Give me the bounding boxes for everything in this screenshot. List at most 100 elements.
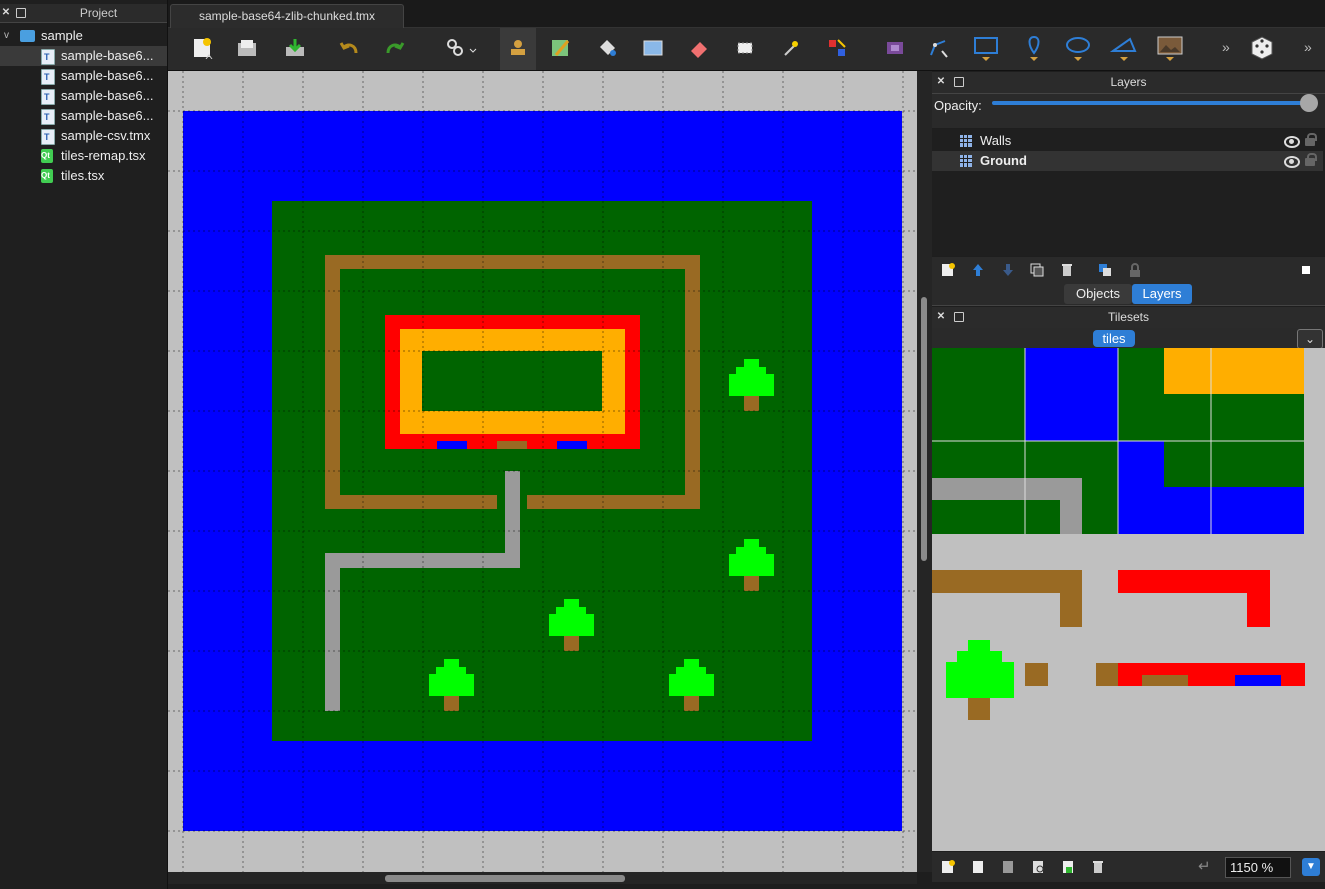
tree-item-label: sample (41, 28, 83, 43)
redo-icon[interactable] (384, 37, 406, 59)
tilesets-panel-title: Tilesets (1108, 310, 1149, 324)
tree-item-file[interactable]: sample-base6... (0, 86, 167, 106)
command-icon[interactable] (444, 37, 478, 59)
opacity-slider-handle[interactable] (1300, 94, 1318, 112)
tile-part (1142, 675, 1188, 686)
document-tab-bar: sample-base64-zlib-chunked.tmx (168, 0, 1325, 28)
undo-icon[interactable] (338, 37, 360, 59)
stamp-brush-button[interactable] (500, 28, 536, 70)
chevron-down-icon[interactable]: v (4, 26, 9, 46)
lock-icon[interactable] (1305, 153, 1317, 166)
layers-panel-header: ✕ Layers (932, 72, 1325, 94)
tree-item-file[interactable]: sample-base6... (0, 106, 167, 126)
edit-tileset-icon[interactable] (1030, 859, 1046, 875)
lower-layer-icon[interactable] (1000, 262, 1016, 278)
edit-polygon-icon[interactable] (928, 37, 950, 59)
vertical-scrollbar[interactable] (917, 71, 932, 872)
insert-image-icon[interactable] (1156, 35, 1184, 63)
stamp-brush-icon[interactable] (507, 37, 529, 59)
tile-part (1164, 441, 1211, 487)
tmx-file-icon (41, 107, 55, 126)
tileset-properties-icon[interactable] (1060, 859, 1076, 875)
new-map-icon[interactable] (192, 37, 214, 59)
overflow-icon[interactable]: » (1222, 39, 1230, 55)
tile-layer-icon (960, 135, 972, 147)
layer-list: Walls Ground (932, 129, 1325, 256)
tile[interactable] (1025, 348, 1118, 441)
tileset-tree (946, 640, 1014, 720)
tab-objects[interactable]: Objects (1064, 284, 1132, 304)
magic-wand-icon[interactable] (780, 37, 802, 59)
select-same-tile-icon[interactable] (826, 37, 848, 59)
rect-select-icon[interactable] (734, 37, 756, 59)
delete-tileset-icon[interactable] (1090, 859, 1106, 875)
chevron-down-icon[interactable]: ▼ (1302, 858, 1320, 876)
delete-layer-icon[interactable] (1059, 262, 1075, 278)
new-layer-icon[interactable] (940, 262, 956, 278)
layer-row-walls[interactable]: Walls (932, 131, 1323, 151)
return-icon[interactable]: ↵ (1198, 857, 1211, 875)
tmx-file-icon (41, 127, 55, 146)
document-tab[interactable]: sample-base64-zlib-chunked.tmx (170, 4, 404, 28)
duplicate-layer-icon[interactable] (1029, 262, 1045, 278)
layer-row-ground[interactable]: Ground (932, 151, 1323, 171)
insert-polygon-icon[interactable] (1110, 35, 1138, 63)
eye-icon[interactable] (1284, 136, 1300, 148)
tileset-toolbar: ↵ 1150 % ▼ (932, 852, 1325, 882)
random-mode-icon[interactable] (1248, 34, 1276, 62)
tree-item-label: sample-base6... (61, 88, 154, 103)
tile-map[interactable] (168, 71, 917, 872)
insert-tile-icon[interactable] (884, 37, 906, 59)
tree-item-file[interactable]: sample-base6... (0, 46, 167, 66)
chevron-down-icon[interactable]: ⌄ (1297, 329, 1323, 349)
highlight-layer-toggle[interactable] (1302, 266, 1310, 274)
tileset-view[interactable] (932, 348, 1325, 851)
layer-properties-icon[interactable] (1097, 262, 1113, 278)
layer-name: Ground (980, 153, 1027, 168)
tree-item-label: tiles.tsx (61, 168, 105, 183)
tile-part (932, 570, 1082, 593)
opacity-slider[interactable] (992, 101, 1312, 105)
layers-panel-title: Layers (1110, 75, 1147, 89)
tile-part (1096, 663, 1118, 686)
zoom-field[interactable]: 1150 % (1225, 857, 1291, 878)
export-tileset-icon[interactable] (1000, 859, 1016, 875)
lock-layer-icon[interactable] (1127, 262, 1143, 278)
horizontal-scrollbar[interactable] (168, 872, 917, 884)
tree-item-file[interactable]: tiles-remap.tsx (0, 146, 167, 166)
embed-tileset-icon[interactable] (970, 859, 986, 875)
save-icon[interactable] (284, 37, 306, 59)
tree-item-file[interactable]: sample-csv.tmx (0, 126, 167, 146)
tileset-tab-tiles[interactable]: tiles (1093, 330, 1135, 347)
lock-icon[interactable] (1305, 133, 1317, 146)
tile-part (1211, 348, 1304, 394)
tmx-file-icon (41, 47, 55, 66)
layer-name: Walls (980, 133, 1012, 148)
map-canvas[interactable] (168, 71, 917, 872)
insert-rectangle-icon[interactable] (972, 35, 1000, 63)
overflow-icon-2[interactable]: » (1304, 39, 1312, 55)
tileset-grid[interactable] (932, 348, 1325, 851)
raise-layer-icon[interactable] (970, 262, 986, 278)
tree-item-sample-folder[interactable]: v sample (0, 26, 167, 46)
opacity-row: Opacity: (932, 94, 1325, 128)
tile-part (1211, 441, 1304, 487)
eye-icon[interactable] (1284, 156, 1300, 168)
terrain-brush-icon[interactable] (550, 37, 572, 59)
tree-item-file[interactable]: tiles.tsx (0, 166, 167, 186)
tab-layers[interactable]: Layers (1132, 284, 1192, 304)
insert-ellipse-icon[interactable] (1064, 35, 1092, 63)
tile[interactable] (932, 348, 1025, 441)
insert-point-icon[interactable] (1020, 35, 1048, 63)
tileset-tab-bar: tiles ⌄ (932, 328, 1325, 349)
new-tileset-icon[interactable] (940, 859, 956, 875)
horizontal-scroll-thumb[interactable] (385, 875, 625, 882)
layer-toolbar (932, 257, 1325, 283)
tile-part (1025, 663, 1048, 686)
open-icon[interactable] (236, 37, 258, 59)
bucket-fill-icon[interactable] (596, 37, 618, 59)
eraser-icon[interactable] (688, 37, 710, 59)
vertical-scroll-thumb[interactable] (921, 297, 927, 561)
shape-fill-icon[interactable] (642, 37, 664, 59)
tree-item-file[interactable]: sample-base6... (0, 66, 167, 86)
